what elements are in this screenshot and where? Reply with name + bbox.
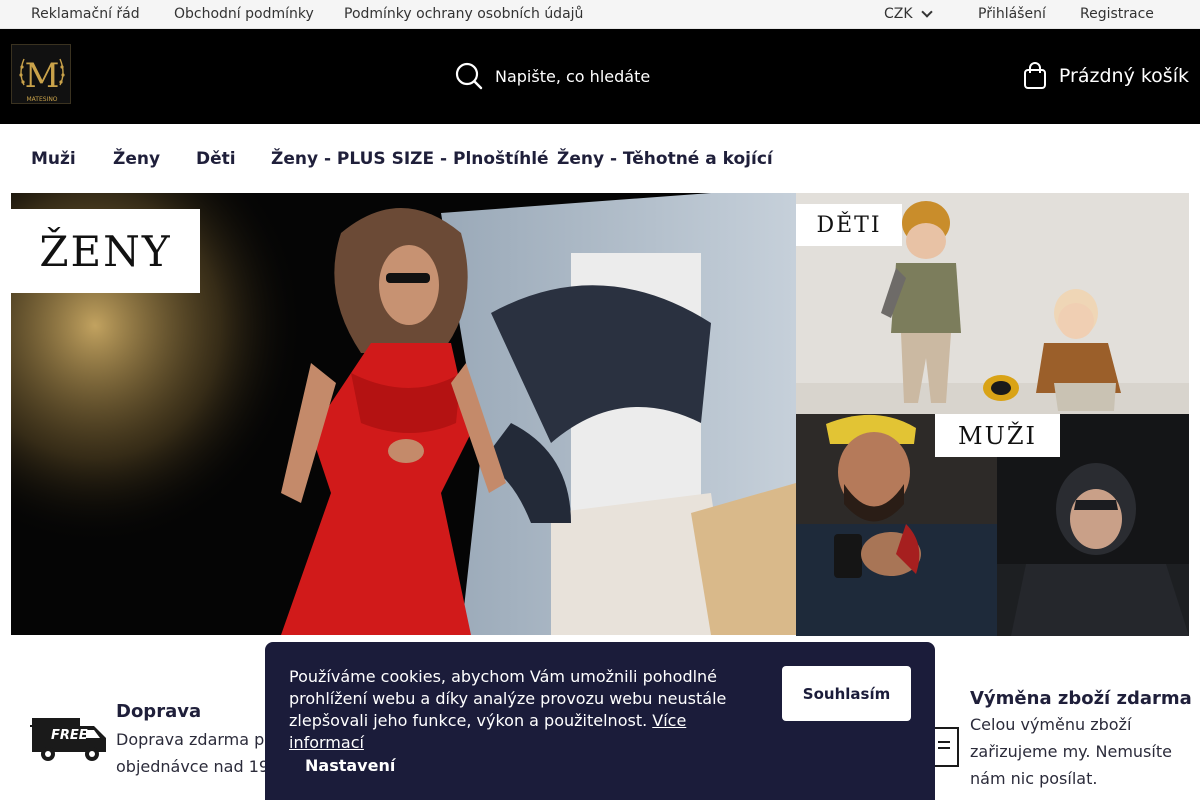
free-truck-icon: FREE bbox=[30, 718, 106, 761]
hero-banner-women[interactable]: ŽENY bbox=[11, 193, 796, 635]
cookie-consent-banner: Používáme cookies, abychom Vám umožnili … bbox=[265, 642, 935, 800]
hero-banner-kids[interactable]: DĚTI bbox=[796, 193, 1189, 414]
search-input[interactable] bbox=[495, 66, 795, 86]
login-link[interactable]: Přihlášení bbox=[978, 6, 1046, 22]
site-header: M MATESINO Prázdný košík bbox=[0, 29, 1200, 124]
nav-item-deti[interactable]: Děti bbox=[196, 149, 236, 169]
shopping-bag-icon bbox=[1023, 62, 1046, 89]
nav-item-zeny[interactable]: Ženy bbox=[113, 149, 160, 169]
nav-item-zeny-plus-size[interactable]: Ženy - PLUS SIZE - Plnoštíhlé bbox=[271, 149, 549, 169]
cookie-accept-button[interactable]: Souhlasím bbox=[782, 666, 911, 721]
hero-label-kids: DĚTI bbox=[796, 204, 902, 246]
main-navigation: Muži Ženy Děti Ženy - PLUS SIZE - Plnošt… bbox=[0, 124, 1200, 193]
search-icon[interactable] bbox=[455, 62, 483, 90]
cart-label: Prázdný košík bbox=[1058, 65, 1189, 87]
currency-selector[interactable]: CZK bbox=[884, 5, 933, 22]
nav-item-muzi[interactable]: Muži bbox=[31, 149, 76, 169]
chevron-down-icon bbox=[920, 5, 933, 18]
hero-label-men: MUŽI bbox=[935, 414, 1060, 457]
link-ochrana-udaju[interactable]: Podmínky ochrany osobních údajů bbox=[344, 6, 583, 22]
link-obchodni-podminky[interactable]: Obchodní podmínky bbox=[174, 6, 314, 22]
cart-button[interactable]: Prázdný košík bbox=[1023, 62, 1189, 90]
hero-label-women: ŽENY bbox=[11, 209, 200, 293]
link-reklamacni-rad[interactable]: Reklamační řád bbox=[31, 6, 140, 22]
register-link[interactable]: Registrace bbox=[1080, 6, 1154, 22]
feature-exchange-title: Výměna zboží zdarma bbox=[970, 688, 1192, 709]
feature-exchange: Výměna zboží zdarma Celou výměnu zboží z… bbox=[970, 688, 1192, 792]
nav-item-zeny-tehotne[interactable]: Ženy - Těhotné a kojící bbox=[557, 149, 773, 169]
cookie-message: Používáme cookies, abychom Vám umožnili … bbox=[289, 666, 749, 754]
free-badge-text: FREE bbox=[51, 728, 88, 743]
search-bar[interactable] bbox=[455, 62, 795, 90]
logo-letter: M bbox=[25, 56, 60, 96]
site-logo[interactable]: M MATESINO bbox=[11, 44, 71, 104]
top-utility-bar: Reklamační řád Obchodní podmínky Podmínk… bbox=[0, 0, 1200, 29]
hero-banner-men[interactable]: MUŽI bbox=[796, 414, 1189, 636]
matesino-logo-icon: M MATESINO bbox=[19, 56, 65, 103]
currency-value: CZK bbox=[884, 6, 913, 22]
feature-exchange-text: Celou výměnu zboží zařizujeme my. Nemusí… bbox=[970, 715, 1172, 788]
logo-text: MATESINO bbox=[26, 96, 57, 103]
cookie-settings-button[interactable]: Nastavení bbox=[305, 756, 395, 775]
